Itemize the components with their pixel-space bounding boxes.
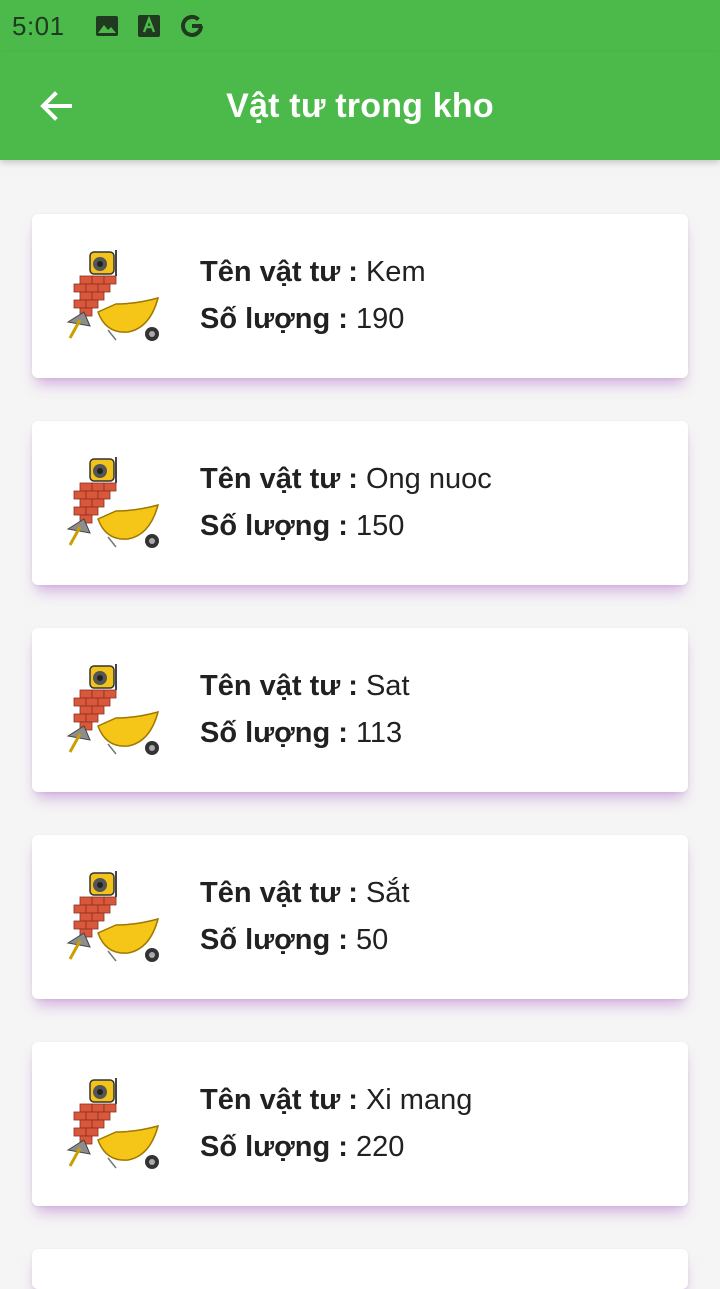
item-name-row: Tên vật tư : Ong nuoc: [200, 463, 492, 496]
item-qty-row: Số lượng :50: [200, 924, 410, 957]
item-qty-value: 150: [355, 510, 405, 542]
list-item[interactable]: Tên vật tư : Kem Số lượng :190: [32, 214, 688, 378]
status-bar: 5:01: [0, 0, 720, 52]
item-details: Tên vật tư : Kem Số lượng :190: [200, 256, 426, 336]
item-name-value: Ong nuoc: [365, 463, 492, 495]
item-name-value: Sắt: [365, 877, 410, 909]
item-name-row: Tên vật tư : Xi mang: [200, 1084, 472, 1117]
item-qty-value: 50: [355, 924, 389, 956]
item-name-row: Tên vật tư : Kem: [200, 256, 426, 289]
construction-materials-icon: [66, 871, 160, 962]
item-qty-row: Số lượng :190: [200, 303, 426, 336]
item-name-label: Tên vật tư :: [200, 877, 358, 909]
item-details: Tên vật tư : Xi mang Số lượng :220: [200, 1084, 472, 1164]
arrow-left-icon: [40, 91, 72, 121]
list-item-partial[interactable]: [32, 1249, 688, 1289]
item-name-label: Tên vật tư :: [200, 1084, 358, 1116]
item-qty-value: 113: [355, 717, 403, 749]
item-name-label: Tên vật tư :: [200, 256, 358, 288]
construction-materials-icon: [66, 457, 160, 548]
status-time: 5:01: [12, 10, 65, 41]
item-name-value: Kem: [365, 256, 426, 288]
list-item[interactable]: Tên vật tư : Sắt Số lượng :50: [32, 835, 688, 999]
app-bar: Vật tư trong kho: [0, 52, 720, 160]
item-qty-value: 190: [355, 303, 405, 335]
construction-materials-icon: [66, 664, 160, 755]
item-qty-row: Số lượng :113: [200, 717, 410, 750]
status-icons: [95, 13, 205, 39]
item-qty-label: Số lượng :: [200, 510, 348, 542]
list-item[interactable]: Tên vật tư : Ong nuoc Số lượng :150: [32, 421, 688, 585]
item-name-row: Tên vật tư : Sat: [200, 670, 410, 703]
item-name-row: Tên vật tư : Sắt: [200, 877, 410, 910]
materials-list: Tên vật tư : Kem Số lượng :190 Tên vật t…: [32, 214, 688, 1289]
item-name-value: Xi mang: [365, 1084, 473, 1116]
construction-materials-icon: [66, 1078, 160, 1169]
item-qty-row: Số lượng :150: [200, 510, 492, 543]
image-icon: [95, 14, 119, 38]
text-a-icon: [137, 14, 161, 38]
construction-materials-icon: [66, 250, 160, 341]
back-button[interactable]: [36, 86, 76, 126]
google-g-icon: [179, 13, 205, 39]
page-title: Vật tư trong kho: [226, 86, 494, 125]
item-qty-label: Số lượng :: [200, 924, 348, 956]
item-qty-value: 220: [355, 1131, 405, 1163]
item-qty-row: Số lượng :220: [200, 1131, 472, 1164]
item-qty-label: Số lượng :: [200, 303, 348, 335]
item-name-value: Sat: [365, 670, 410, 702]
item-details: Tên vật tư : Sat Số lượng :113: [200, 670, 410, 750]
item-details: Tên vật tư : Sắt Số lượng :50: [200, 877, 410, 957]
item-name-label: Tên vật tư :: [200, 463, 358, 495]
item-qty-label: Số lượng :: [200, 717, 348, 749]
item-name-label: Tên vật tư :: [200, 670, 358, 702]
list-item[interactable]: Tên vật tư : Xi mang Số lượng :220: [32, 1042, 688, 1206]
item-qty-label: Số lượng :: [200, 1131, 348, 1163]
list-item[interactable]: Tên vật tư : Sat Số lượng :113: [32, 628, 688, 792]
item-details: Tên vật tư : Ong nuoc Số lượng :150: [200, 463, 492, 543]
